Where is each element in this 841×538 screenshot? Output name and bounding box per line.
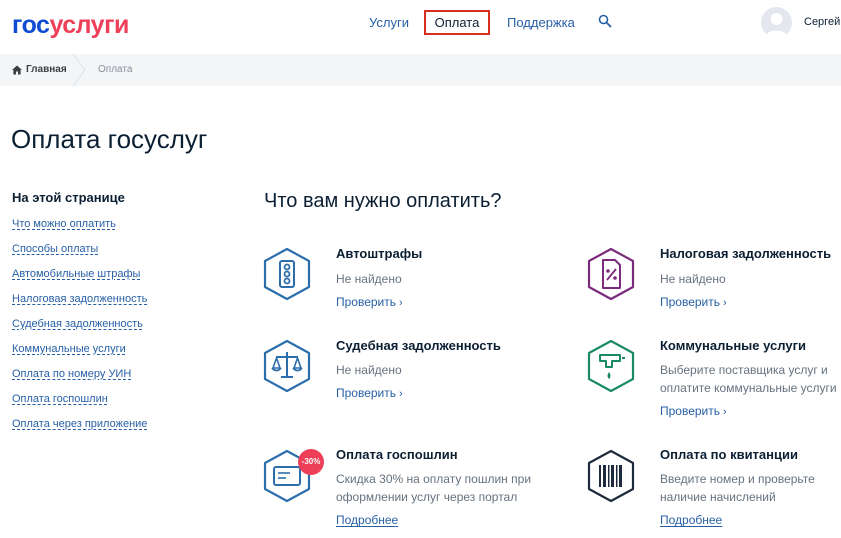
breadcrumb-home-label: Главная (26, 64, 67, 75)
card-desc-state-fees-line1: Скидка 30% на оплату пошлин при (336, 472, 532, 486)
card-desc-state-fees-line2: оформлении услуг через портал (336, 490, 518, 504)
user-silhouette-icon (765, 13, 788, 38)
breadcrumb-separator-icon (72, 54, 86, 86)
card-title-tax-debt: Налоговая задолженность (660, 246, 832, 261)
search-icon[interactable] (598, 14, 612, 28)
nav-support[interactable]: Поддержка (507, 15, 575, 31)
tax-document-icon (587, 247, 635, 301)
sidebar-heading: На этой странице (12, 190, 125, 205)
receipt-more-link[interactable]: Подробнее (660, 513, 722, 527)
card-desc-receipt-line1: Введите номер и проверьте (660, 472, 815, 486)
sidebar-link-car-fines[interactable]: Автомобильные штрафы (12, 268, 140, 280)
card-title-state-fees: Оплата госпошлин (336, 447, 458, 462)
water-tap-icon (587, 339, 635, 393)
card-title-car-fines: Автоштрафы (336, 246, 423, 261)
sidebar-link-payment-methods[interactable]: Способы оплаты (12, 243, 98, 255)
sidebar-link-what-to-pay[interactable]: Что можно оплатить (12, 218, 116, 230)
card-desc-car-fines: Не найдено (336, 272, 402, 286)
nav-services[interactable]: Услуги (369, 15, 409, 31)
chevron-right-icon: › (723, 297, 727, 309)
card-desc-court-debt: Не найдено (336, 363, 402, 377)
gosuslugi-logo[interactable]: госуслуги (12, 12, 129, 38)
breadcrumb-home[interactable]: Главная (12, 64, 67, 75)
logo-part-gos: гос (12, 11, 50, 39)
avatar[interactable] (761, 7, 792, 38)
chevron-right-icon: › (399, 297, 403, 309)
sidebar-link-court-debt[interactable]: Судебная задолженность (12, 318, 143, 330)
breadcrumb-current: Оплата (98, 64, 133, 75)
logo-part-uslugi: услуги (49, 11, 129, 39)
card-desc-utilities-line1: Выберите поставщика услуг и (660, 363, 828, 377)
user-name[interactable]: Сергей (804, 16, 840, 28)
chevron-right-icon: › (723, 406, 727, 418)
card-title-receipt-payment: Оплата по квитанции (660, 447, 798, 462)
card-title-utilities: Коммунальные услуги (660, 338, 806, 353)
check-court-debt-link[interactable]: Проверить › (336, 386, 403, 400)
check-tax-debt-label: Проверить (660, 295, 721, 309)
check-car-fines-label: Проверить (336, 295, 397, 309)
nav-payment[interactable]: Оплата (424, 10, 490, 35)
sidebar-link-state-fees[interactable]: Оплата госпошлин (12, 393, 108, 405)
home-icon (12, 65, 22, 74)
scales-icon (263, 339, 311, 393)
sidebar-link-utilities[interactable]: Коммунальные услуги (12, 343, 126, 355)
header: госуслуги Услуги Оплата Поддержка Сергей (0, 0, 841, 54)
barcode-icon (587, 449, 635, 503)
card-title-court-debt: Судебная задолженность (336, 338, 501, 353)
check-tax-debt-link[interactable]: Проверить › (660, 295, 727, 309)
traffic-light-icon (263, 247, 311, 301)
check-court-debt-label: Проверить (336, 386, 397, 400)
state-fees-more-link[interactable]: Подробнее (336, 513, 398, 527)
card-desc-utilities-line2: оплатите коммунальные услуги (660, 381, 837, 395)
chevron-right-icon: › (399, 388, 403, 400)
section-title: Что вам нужно оплатить? (264, 190, 502, 212)
sidebar-link-tax-debt[interactable]: Налоговая задолженность (12, 293, 147, 305)
check-utilities-label: Проверить (660, 404, 721, 418)
check-car-fines-link[interactable]: Проверить › (336, 295, 403, 309)
card-desc-tax-debt: Не найдено (660, 272, 726, 286)
card-desc-receipt-line2: наличие начислений (660, 490, 776, 504)
check-utilities-link[interactable]: Проверить › (660, 404, 727, 418)
sidebar-link-app-payment[interactable]: Оплата через приложение (12, 418, 147, 430)
discount-badge: -30% (298, 449, 324, 475)
sidebar-link-uin-payment[interactable]: Оплата по номеру УИН (12, 368, 131, 380)
page-title: Оплата госуслуг (11, 124, 208, 154)
breadcrumb: Главная Оплата (0, 54, 841, 86)
